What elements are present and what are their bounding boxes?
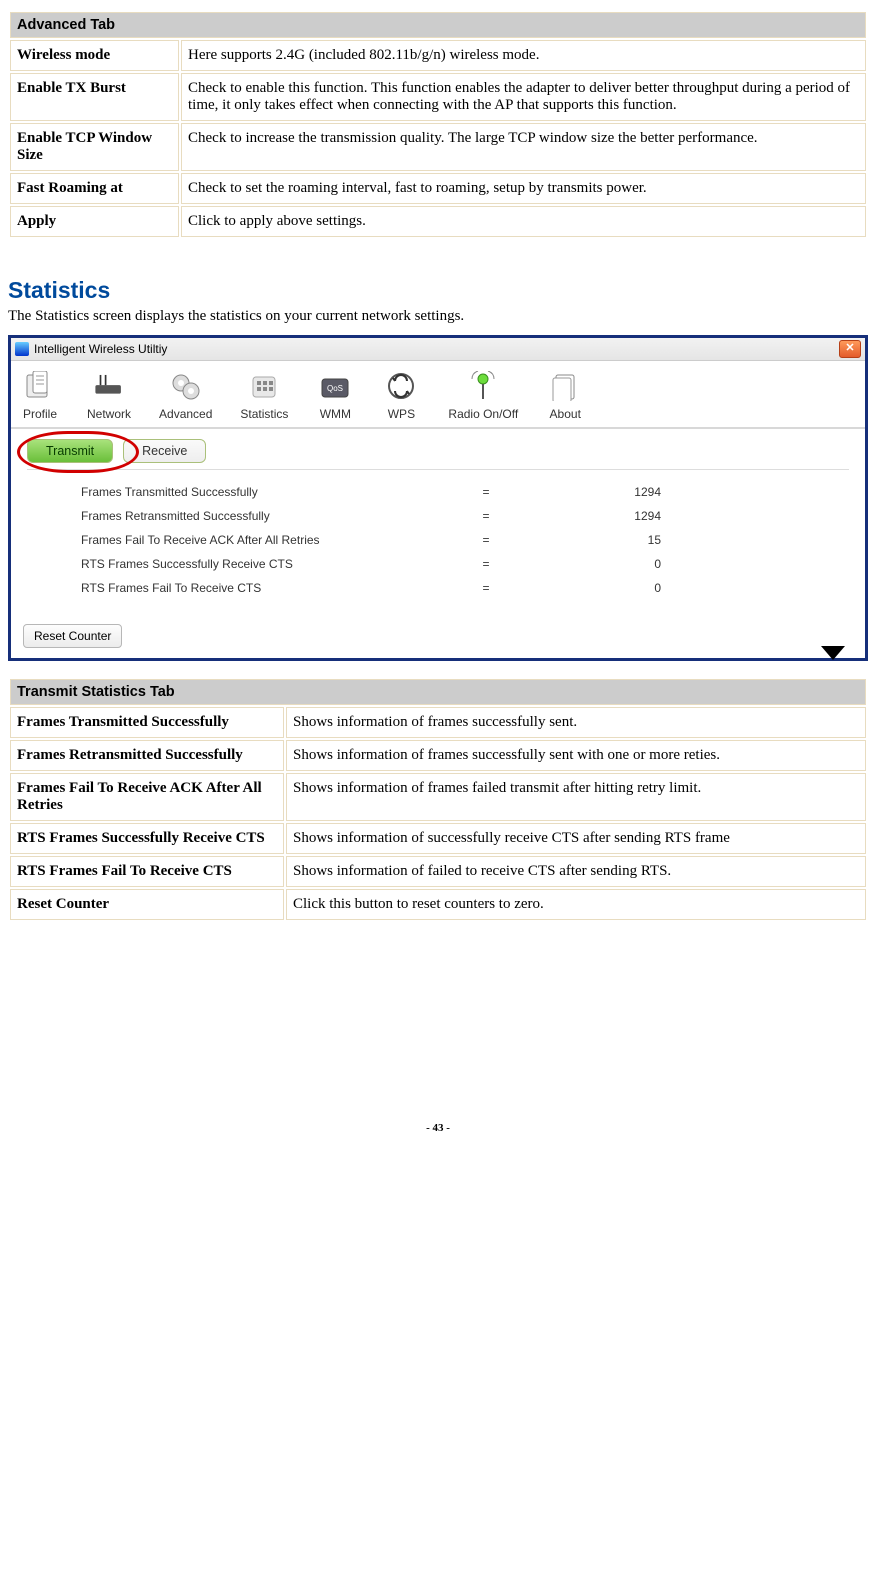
table-row: RTS Frames Successfully Receive CTS Show… <box>10 823 866 854</box>
stat-row: Frames Transmitted Successfully = 1294 <box>81 480 795 504</box>
equals-sign: = <box>421 509 551 523</box>
stat-label: Frames Transmitted Successfully <box>81 485 421 499</box>
row-desc: Shows information of failed to receive C… <box>286 856 866 887</box>
main-toolbar: Profile Network Advanced Statistics QoS … <box>11 361 865 429</box>
table-row: Fast Roaming at Check to set the roaming… <box>10 173 866 204</box>
transmit-tab-table: Transmit Statistics Tab Frames Transmitt… <box>8 677 868 922</box>
table-row: Frames Transmitted Successfully Shows in… <box>10 707 866 738</box>
radio-icon <box>464 369 502 403</box>
equals-sign: = <box>421 557 551 571</box>
transmit-tab-header: Transmit Statistics Tab <box>10 679 866 705</box>
stat-value: 1294 <box>551 509 661 523</box>
window-title: Intelligent Wireless Utiltiy <box>34 342 167 356</box>
row-label: Apply <box>10 206 179 237</box>
row-label: RTS Frames Successfully Receive CTS <box>10 823 284 854</box>
table-row: Enable TX Burst Check to enable this fun… <box>10 73 866 121</box>
row-label: Enable TX Burst <box>10 73 179 121</box>
row-desc: Shows information of successfully receiv… <box>286 823 866 854</box>
stat-value: 0 <box>551 557 661 571</box>
toolbar-label: WMM <box>320 407 351 421</box>
row-label: Wireless mode <box>10 40 179 71</box>
table-row: Frames Fail To Receive ACK After All Ret… <box>10 773 866 821</box>
toolbar-label: WPS <box>388 407 415 421</box>
stat-label: Frames Fail To Receive ACK After All Ret… <box>81 533 421 547</box>
statistics-icon <box>245 369 283 403</box>
close-icon[interactable]: ✕ <box>839 340 861 358</box>
row-desc: Shows information of frames failed trans… <box>286 773 866 821</box>
network-icon <box>90 369 128 403</box>
stat-row: RTS Frames Successfully Receive CTS = 0 <box>81 552 795 576</box>
toolbar-radio[interactable]: Radio On/Off <box>448 369 518 421</box>
equals-sign: = <box>421 485 551 499</box>
stat-label: RTS Frames Successfully Receive CTS <box>81 557 421 571</box>
table-row: Enable TCP Window Size Check to increase… <box>10 123 866 171</box>
stat-row: Frames Fail To Receive ACK After All Ret… <box>81 528 795 552</box>
window-titlebar: Intelligent Wireless Utiltiy ✕ <box>11 338 865 361</box>
toolbar-statistics[interactable]: Statistics <box>240 369 288 421</box>
toolbar-label: Statistics <box>240 407 288 421</box>
wps-icon <box>382 369 420 403</box>
row-label: Frames Transmitted Successfully <box>10 707 284 738</box>
stat-row: Frames Retransmitted Successfully = 1294 <box>81 504 795 528</box>
toolbar-label: Advanced <box>159 407 212 421</box>
toolbar-label: About <box>550 407 581 421</box>
row-desc: Click this button to reset counters to z… <box>286 889 866 920</box>
row-desc: Check to increase the transmission quali… <box>181 123 866 171</box>
row-label: Frames Fail To Receive ACK After All Ret… <box>10 773 284 821</box>
toolbar-wps[interactable]: WPS <box>382 369 420 421</box>
tab-receive[interactable]: Receive <box>123 439 206 463</box>
statistics-list: Frames Transmitted Successfully = 1294 F… <box>11 470 865 618</box>
row-label: Frames Retransmitted Successfully <box>10 740 284 771</box>
row-desc: Check to enable this function. This func… <box>181 73 866 121</box>
svg-text:QoS: QoS <box>327 384 343 393</box>
statistics-title: Statistics <box>8 277 868 304</box>
toolbar-network[interactable]: Network <box>87 369 131 421</box>
stat-value: 15 <box>551 533 661 547</box>
about-icon <box>546 369 584 403</box>
row-desc: Check to set the roaming interval, fast … <box>181 173 866 204</box>
table-row: Frames Retransmitted Successfully Shows … <box>10 740 866 771</box>
toolbar-label: Profile <box>23 407 57 421</box>
tab-transmit[interactable]: Transmit <box>27 439 113 463</box>
row-label: Enable TCP Window Size <box>10 123 179 171</box>
stat-label: RTS Frames Fail To Receive CTS <box>81 581 421 595</box>
toolbar-label: Radio On/Off <box>448 407 518 421</box>
table-row: Reset Counter Click this button to reset… <box>10 889 866 920</box>
equals-sign: = <box>421 533 551 547</box>
page-number: - 43 - <box>8 1122 868 1134</box>
row-desc: Shows information of frames successfully… <box>286 707 866 738</box>
reset-counter-button[interactable]: Reset Counter <box>23 624 122 648</box>
advanced-tab-table: Advanced Tab Wireless mode Here supports… <box>8 10 868 239</box>
stat-row: RTS Frames Fail To Receive CTS = 0 <box>81 576 795 600</box>
sub-tabs: Transmit Receive <box>11 429 865 463</box>
toolbar-label: Network <box>87 407 131 421</box>
utility-screenshot: Intelligent Wireless Utiltiy ✕ Profile N… <box>8 335 868 661</box>
toolbar-wmm[interactable]: QoS WMM <box>316 369 354 421</box>
advanced-tab-header: Advanced Tab <box>10 12 866 38</box>
expand-arrow-icon[interactable] <box>821 646 845 660</box>
app-icon <box>15 342 29 356</box>
statistics-intro: The Statistics screen displays the stati… <box>8 308 868 325</box>
table-row: Apply Click to apply above settings. <box>10 206 866 237</box>
row-desc: Shows information of frames successfully… <box>286 740 866 771</box>
profile-icon <box>21 369 59 403</box>
row-desc: Here supports 2.4G (included 802.11b/g/n… <box>181 40 866 71</box>
stat-label: Frames Retransmitted Successfully <box>81 509 421 523</box>
table-row: RTS Frames Fail To Receive CTS Shows inf… <box>10 856 866 887</box>
toolbar-advanced[interactable]: Advanced <box>159 369 212 421</box>
wmm-icon: QoS <box>316 369 354 403</box>
toolbar-about[interactable]: About <box>546 369 584 421</box>
table-row: Wireless mode Here supports 2.4G (includ… <box>10 40 866 71</box>
toolbar-profile[interactable]: Profile <box>21 369 59 421</box>
stat-value: 1294 <box>551 485 661 499</box>
row-label: RTS Frames Fail To Receive CTS <box>10 856 284 887</box>
row-label: Fast Roaming at <box>10 173 179 204</box>
advanced-icon <box>167 369 205 403</box>
equals-sign: = <box>421 581 551 595</box>
stat-value: 0 <box>551 581 661 595</box>
row-label: Reset Counter <box>10 889 284 920</box>
row-desc: Click to apply above settings. <box>181 206 866 237</box>
